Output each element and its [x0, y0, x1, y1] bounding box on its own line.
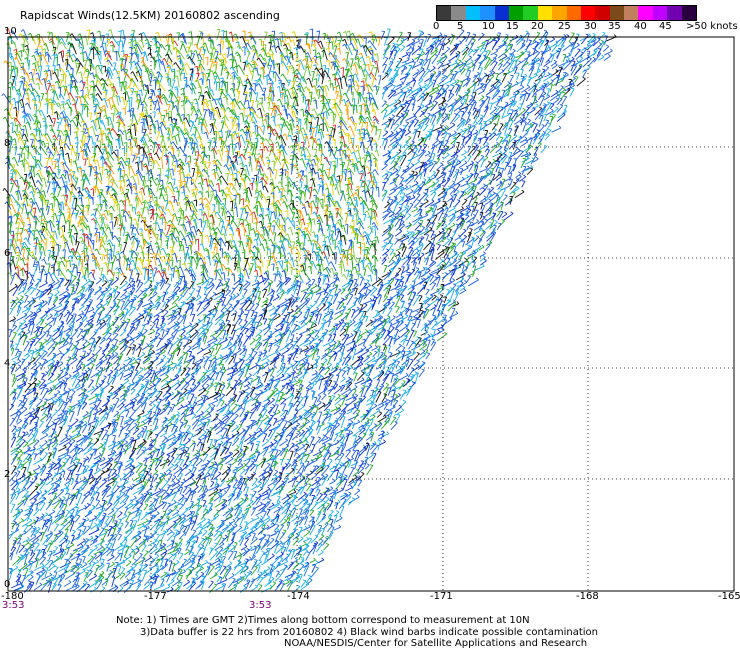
longitude-tick: -165: [718, 591, 740, 602]
longitude-tick: -171: [430, 591, 453, 602]
time-label-left: 3:53: [2, 600, 25, 611]
latitude-tick: 0: [4, 579, 11, 590]
notes: Note: 1) Times are GMT 2)Times along bot…: [116, 615, 598, 650]
latitude-tick: 2: [4, 469, 11, 480]
latitude-tick: 4: [4, 358, 11, 369]
wind-map: [1, 28, 735, 594]
longitude-tick: -168: [576, 591, 599, 602]
longitude-tick: -174: [287, 591, 310, 602]
latitude-tick: 10: [4, 26, 17, 37]
latitude-tick: 6: [4, 248, 11, 259]
latitude-tick: 8: [4, 138, 11, 149]
wind-barbs: [1, 28, 617, 594]
longitude-tick: -177: [144, 591, 167, 602]
time-label-mid: 3:53: [249, 600, 272, 611]
note-line-1: Note: 1) Times are GMT 2)Times along bot…: [116, 615, 530, 626]
note-line-3: NOAA/NESDIS/Center for Satellite Applica…: [284, 638, 588, 649]
note-line-2: 3)Data buffer is 22 hrs from 20160802 4)…: [140, 626, 598, 638]
